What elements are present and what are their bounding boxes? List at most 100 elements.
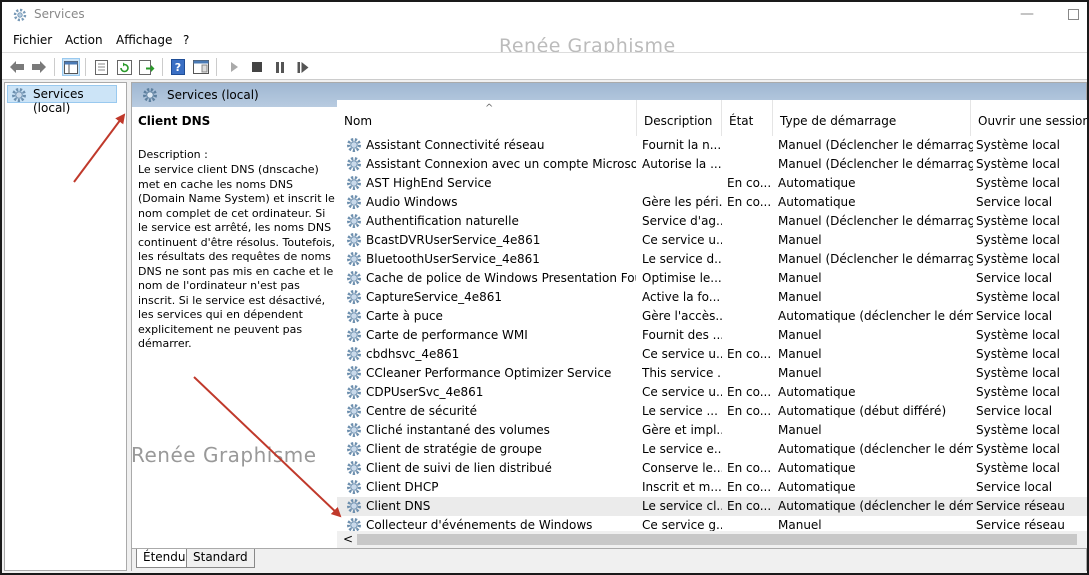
service-name: Client de suivi de lien distribué (366, 461, 552, 475)
service-description: Inscrit et m... (642, 480, 722, 494)
service-logon-as: Système local (976, 214, 1060, 228)
service-row[interactable]: BcastDVRUserService_4e861 Ce service u...… (337, 231, 1087, 250)
tab-standard[interactable]: Standard (186, 549, 255, 568)
service-row[interactable]: BluetoothUserService_4e861 Le service d..… (337, 250, 1087, 269)
help-icon[interactable]: ? (169, 58, 187, 76)
service-gear-icon (346, 156, 362, 175)
gear-icon (12, 88, 26, 102)
service-gear-icon (346, 270, 362, 289)
column-header-description[interactable]: Description (637, 100, 722, 136)
show-hide-pane-icon[interactable] (192, 58, 210, 76)
service-startup-type: Manuel (Déclencher le démarrage) (778, 138, 973, 152)
service-startup-type: Manuel (778, 366, 822, 380)
service-row[interactable]: Audio Windows Gère les péri... En co... Aut… (337, 193, 1087, 212)
service-row[interactable]: Cliché instantané des volumes Gère et imp… (337, 421, 1087, 440)
service-row[interactable]: Centre de sécurité Le service ... En co...… (337, 402, 1087, 421)
view-tabs: Étendu Standard (132, 548, 1086, 572)
menu-affichage[interactable]: Affichage (116, 33, 172, 47)
pause-service-icon[interactable] (271, 58, 289, 76)
service-row[interactable]: Authentification naturelle Service d'ag..… (337, 212, 1087, 231)
service-row[interactable]: Carte à puce Gère l'accès... Automatique (… (337, 307, 1087, 326)
export-list-icon[interactable] (138, 58, 156, 76)
refresh-icon[interactable] (115, 58, 133, 76)
service-startup-type: Automatique (778, 385, 856, 399)
services-main-pane: Services (local) Client DNS Description … (131, 82, 1087, 572)
menu-fichier[interactable]: Fichier (13, 33, 52, 47)
service-row[interactable]: CCleaner Performance Optimizer Service Th… (337, 364, 1087, 383)
restart-service-icon[interactable] (294, 58, 312, 76)
selected-service-title: Client DNS (138, 114, 211, 128)
service-row[interactable]: CDPUserSvc_4e861 Ce service u... En co... A… (337, 383, 1087, 402)
service-startup-type: Manuel (778, 271, 822, 285)
service-startup-type: Manuel (778, 347, 822, 361)
service-row[interactable]: Assistant Connectivité réseau Fournit la … (337, 136, 1087, 155)
service-startup-type: Automatique (déclencher le dém... (778, 499, 973, 513)
pane-header-label: Services (local) (167, 88, 259, 102)
console-tree-pane: Services (local) (4, 82, 127, 571)
start-service-icon[interactable] (225, 58, 243, 76)
service-gear-icon (346, 384, 362, 403)
horizontal-scrollbar[interactable]: < (337, 531, 1087, 548)
service-description: Conserve le... (642, 461, 722, 475)
svg-text:?: ? (175, 61, 181, 74)
service-row[interactable]: Carte de performance WMI Fournit des ... M… (337, 326, 1087, 345)
service-row[interactable]: CaptureService_4e861 Active la fo... Manue… (337, 288, 1087, 307)
services-list: ^ Nom Description État Type de démarrage… (337, 100, 1087, 547)
description-panel: Client DNS Description : Le service clie… (132, 107, 335, 547)
service-gear-icon (346, 346, 362, 365)
service-description: Ce service u... (642, 347, 722, 361)
menu-help[interactable]: ? (183, 33, 189, 47)
service-logon-as: Système local (976, 385, 1060, 399)
service-description: Service d'ag... (642, 214, 722, 228)
service-row[interactable]: cbdhsvc_4e861 Ce service u... En co... Manu… (337, 345, 1087, 364)
service-name: Assistant Connexion avec un compte Micro… (366, 157, 636, 171)
service-row[interactable]: Client de suivi de lien distribué Conserv… (337, 459, 1087, 478)
service-logon-as: Système local (976, 423, 1060, 437)
column-header-name[interactable]: Nom (337, 100, 637, 136)
scroll-left-icon[interactable]: < (343, 532, 353, 546)
service-gear-icon (346, 479, 362, 498)
service-name: BluetoothUserService_4e861 (366, 252, 540, 266)
service-name: BcastDVRUserService_4e861 (366, 233, 541, 247)
back-arrow-icon[interactable] (8, 58, 26, 76)
maximize-button[interactable] (1068, 9, 1079, 20)
properties-icon[interactable] (92, 58, 110, 76)
service-state: En co... (727, 195, 772, 209)
service-startup-type: Manuel (778, 290, 822, 304)
service-row[interactable]: Assistant Connexion avec un compte Micro… (337, 155, 1087, 174)
service-startup-type: Automatique (778, 461, 856, 475)
service-gear-icon (346, 441, 362, 460)
tree-item-services-local[interactable]: Services (local) (7, 85, 117, 115)
console-tree-icon[interactable] (62, 58, 80, 76)
stop-service-icon[interactable] (248, 58, 266, 76)
minimize-button[interactable]: — (1017, 6, 1037, 22)
service-gear-icon (346, 213, 362, 232)
service-logon-as: Service local (976, 404, 1053, 418)
service-name: Client DHCP (366, 480, 439, 494)
service-gear-icon (346, 194, 362, 213)
service-logon-as: Système local (976, 328, 1060, 342)
service-startup-type: Automatique (déclencher le dém... (778, 442, 973, 456)
service-row[interactable]: Client DHCP Inscrit et m... En co... Automa… (337, 478, 1087, 497)
service-state: En co... (727, 347, 772, 361)
service-row[interactable]: Cache de police de Windows Presentation … (337, 269, 1087, 288)
service-gear-icon (346, 137, 362, 156)
service-startup-type: Automatique (début différé) (778, 404, 947, 418)
service-row[interactable]: Client de stratégie de groupe Le service … (337, 440, 1087, 459)
menu-action[interactable]: Action (65, 33, 103, 47)
service-description: Gère les péri... (642, 195, 722, 209)
service-gear-icon (346, 327, 362, 346)
service-row[interactable]: Client DNS Le service cl... En co... Automa… (337, 497, 1087, 516)
service-row[interactable]: AST HighEnd Service En co... Automatique Sy… (337, 174, 1087, 193)
column-header-startup-type[interactable]: Type de démarrage (773, 100, 971, 136)
services-window: Services — Fichier Action Affichage ? Re… (0, 0, 1089, 575)
column-header-logon[interactable]: Ouvrir une session en tant que (971, 100, 1087, 136)
column-header-state[interactable]: État (722, 100, 773, 136)
tab-extended[interactable]: Étendu (136, 549, 193, 568)
scrollbar-thumb[interactable] (357, 534, 1077, 545)
service-state: En co... (727, 499, 772, 513)
services-app-icon (13, 8, 27, 22)
forward-arrow-icon[interactable] (30, 58, 48, 76)
service-startup-type: Automatique (778, 176, 856, 190)
gear-icon (143, 88, 157, 102)
